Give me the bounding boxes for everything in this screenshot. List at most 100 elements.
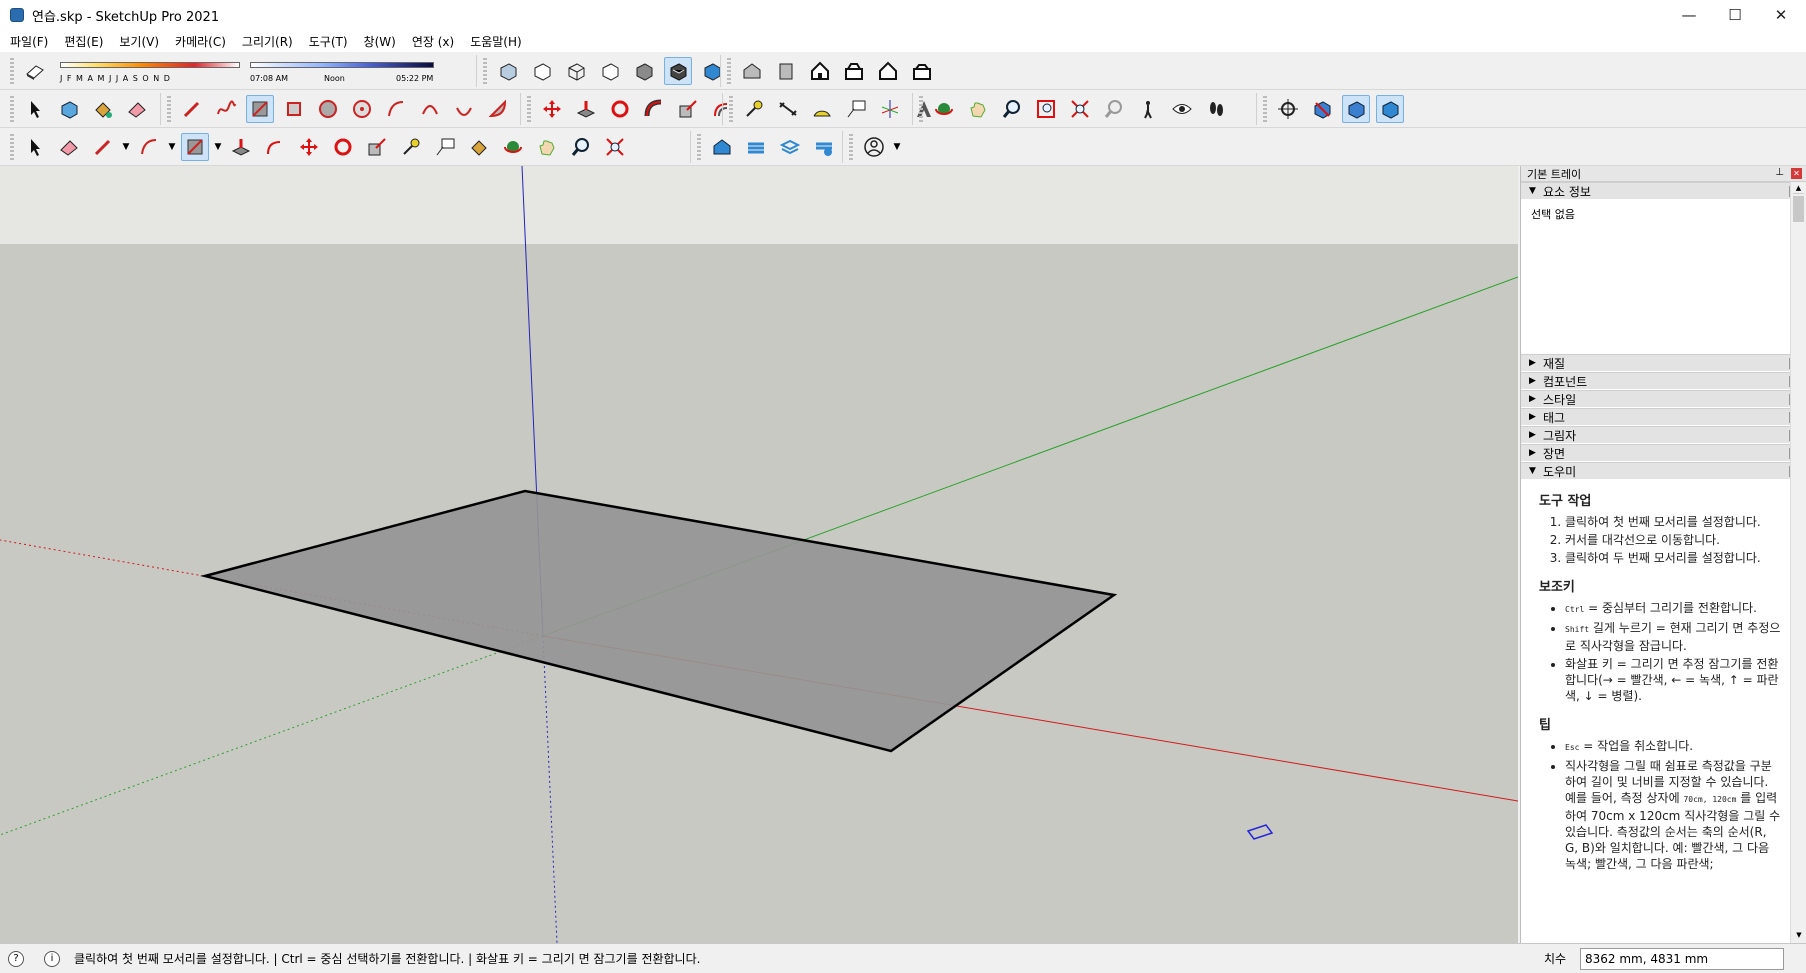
menu-camera[interactable]: 카메라(C) bbox=[167, 33, 234, 50]
panel-styles[interactable]: ▶스타일✕ bbox=[1521, 390, 1806, 408]
top-view-button[interactable] bbox=[772, 57, 800, 85]
iso-view-button[interactable] bbox=[738, 57, 766, 85]
menu-view[interactable]: 보기(V) bbox=[111, 33, 167, 50]
scroll-thumb[interactable] bbox=[1793, 196, 1804, 222]
minimize-button[interactable]: — bbox=[1666, 0, 1712, 30]
panel-scenes[interactable]: ▶장면✕ bbox=[1521, 444, 1806, 462]
toolbar-grip[interactable] bbox=[849, 134, 853, 160]
extension-manager-button[interactable] bbox=[810, 133, 838, 161]
xray-button[interactable] bbox=[494, 57, 522, 85]
line-tool[interactable] bbox=[178, 95, 206, 123]
menu-edit[interactable]: 편집(E) bbox=[56, 33, 111, 50]
rectangle-tool-2[interactable] bbox=[181, 133, 209, 161]
display-section-fill-button[interactable] bbox=[1376, 95, 1404, 123]
extension-warehouse-button[interactable] bbox=[742, 133, 770, 161]
toolbar-grip[interactable] bbox=[919, 96, 923, 122]
time-slider-track[interactable] bbox=[250, 62, 434, 68]
pan-tool-2[interactable] bbox=[533, 133, 561, 161]
text-tool[interactable] bbox=[842, 95, 870, 123]
display-section-cuts-button[interactable] bbox=[1342, 95, 1370, 123]
hidden-line-button[interactable] bbox=[596, 57, 624, 85]
look-around-tool[interactable] bbox=[1168, 95, 1196, 123]
zoom-window-tool[interactable] bbox=[1032, 95, 1060, 123]
date-slider-track[interactable] bbox=[60, 62, 240, 68]
previous-view-tool[interactable] bbox=[1100, 95, 1128, 123]
zoom-tool[interactable] bbox=[998, 95, 1026, 123]
toolbar-grip[interactable] bbox=[167, 96, 171, 122]
back-view-button[interactable] bbox=[874, 57, 902, 85]
rotate-tool-2[interactable] bbox=[329, 133, 357, 161]
account-button[interactable] bbox=[860, 133, 888, 161]
toolbar-grip[interactable] bbox=[729, 96, 733, 122]
dimension-tool[interactable] bbox=[774, 95, 802, 123]
menu-window[interactable]: 창(W) bbox=[356, 33, 404, 50]
eraser-tool-2[interactable] bbox=[55, 133, 83, 161]
toolbar-grip[interactable] bbox=[10, 58, 14, 84]
tape-measure-tool-2[interactable] bbox=[397, 133, 425, 161]
wireframe-button[interactable] bbox=[562, 57, 590, 85]
chevron-down-icon[interactable]: ▼ bbox=[891, 133, 903, 161]
shaded-button[interactable] bbox=[630, 57, 658, 85]
move-tool-2[interactable] bbox=[295, 133, 323, 161]
menu-help[interactable]: 도움말(H) bbox=[462, 33, 530, 50]
circle-tool[interactable] bbox=[314, 95, 342, 123]
panel-tags[interactable]: ▶태그✕ bbox=[1521, 408, 1806, 426]
3d-warehouse-button[interactable] bbox=[708, 133, 736, 161]
arc-tool[interactable] bbox=[382, 95, 410, 123]
scale-tool-2[interactable] bbox=[363, 133, 391, 161]
geo-location-icon[interactable]: ? bbox=[8, 950, 24, 967]
pie-tool[interactable] bbox=[484, 95, 512, 123]
menu-file[interactable]: 파일(F) bbox=[2, 33, 56, 50]
front-view-button[interactable] bbox=[806, 57, 834, 85]
rectangle-tool[interactable] bbox=[246, 95, 274, 123]
orbit-tool[interactable] bbox=[930, 95, 958, 123]
freehand-tool[interactable] bbox=[212, 95, 240, 123]
scroll-down-arrow-icon[interactable]: ▼ bbox=[1793, 931, 1805, 941]
shadows-toggle-button[interactable] bbox=[21, 57, 49, 85]
date-slider[interactable]: J F M A M J J A S O N D bbox=[52, 56, 242, 86]
panel-entity-info[interactable]: ▼ 요소 정보 ✕ bbox=[1521, 182, 1806, 200]
chevron-down-icon[interactable]: ▼ bbox=[120, 133, 132, 161]
pin-icon[interactable]: ⊥ bbox=[1775, 167, 1784, 178]
axes-tool[interactable] bbox=[876, 95, 904, 123]
paint-bucket-tool[interactable] bbox=[89, 95, 117, 123]
zoom-extents-tool-2[interactable] bbox=[601, 133, 629, 161]
move-tool[interactable] bbox=[538, 95, 566, 123]
info-icon[interactable]: i bbox=[44, 950, 60, 967]
toolbar-grip[interactable] bbox=[10, 134, 14, 160]
left-view-button[interactable] bbox=[908, 57, 936, 85]
make-component-tool[interactable] bbox=[55, 95, 83, 123]
close-button[interactable]: ✕ bbox=[1758, 0, 1804, 30]
walk-tool[interactable] bbox=[1202, 95, 1230, 123]
two-point-arc-tool[interactable] bbox=[416, 95, 444, 123]
menu-tools[interactable]: 도구(T) bbox=[301, 33, 356, 50]
chevron-down-icon[interactable]: ▼ bbox=[166, 133, 178, 161]
select-tool-2[interactable] bbox=[21, 133, 49, 161]
panel-instructor[interactable]: ▼도우미✕ bbox=[1521, 462, 1806, 480]
toolbar-grip[interactable] bbox=[483, 58, 487, 84]
scale-tool[interactable] bbox=[674, 95, 702, 123]
zoom-extents-tool[interactable] bbox=[1066, 95, 1094, 123]
menu-extensions[interactable]: 연장 (x) bbox=[404, 33, 462, 50]
push-pull-tool[interactable] bbox=[572, 95, 600, 123]
menu-draw[interactable]: 그리기(R) bbox=[234, 33, 301, 50]
tray-scrollbar[interactable]: ▲ ▼ bbox=[1790, 182, 1806, 943]
section-plane-tool[interactable] bbox=[1274, 95, 1302, 123]
back-edges-button[interactable] bbox=[528, 57, 556, 85]
polygon-tool[interactable] bbox=[348, 95, 376, 123]
tray-close-icon[interactable]: ✕ bbox=[1791, 168, 1802, 179]
shaded-with-textures-button[interactable] bbox=[664, 57, 692, 85]
toolbar-grip[interactable] bbox=[727, 58, 731, 84]
time-slider[interactable]: 07:08 AM Noon 05:22 PM bbox=[242, 56, 438, 86]
position-camera-tool[interactable] bbox=[1134, 95, 1162, 123]
toolbar-grip[interactable] bbox=[1263, 96, 1267, 122]
eraser-tool[interactable] bbox=[123, 95, 151, 123]
panel-shadows[interactable]: ▶그림자✕ bbox=[1521, 426, 1806, 444]
orbit-tool-2[interactable] bbox=[499, 133, 527, 161]
offset-tool-2[interactable] bbox=[261, 133, 289, 161]
share-model-button[interactable] bbox=[776, 133, 804, 161]
panel-components[interactable]: ▶컴포넌트✕ bbox=[1521, 372, 1806, 390]
text-tool-2[interactable] bbox=[431, 133, 459, 161]
rotated-rectangle-tool[interactable] bbox=[280, 95, 308, 123]
three-point-arc-tool[interactable] bbox=[450, 95, 478, 123]
